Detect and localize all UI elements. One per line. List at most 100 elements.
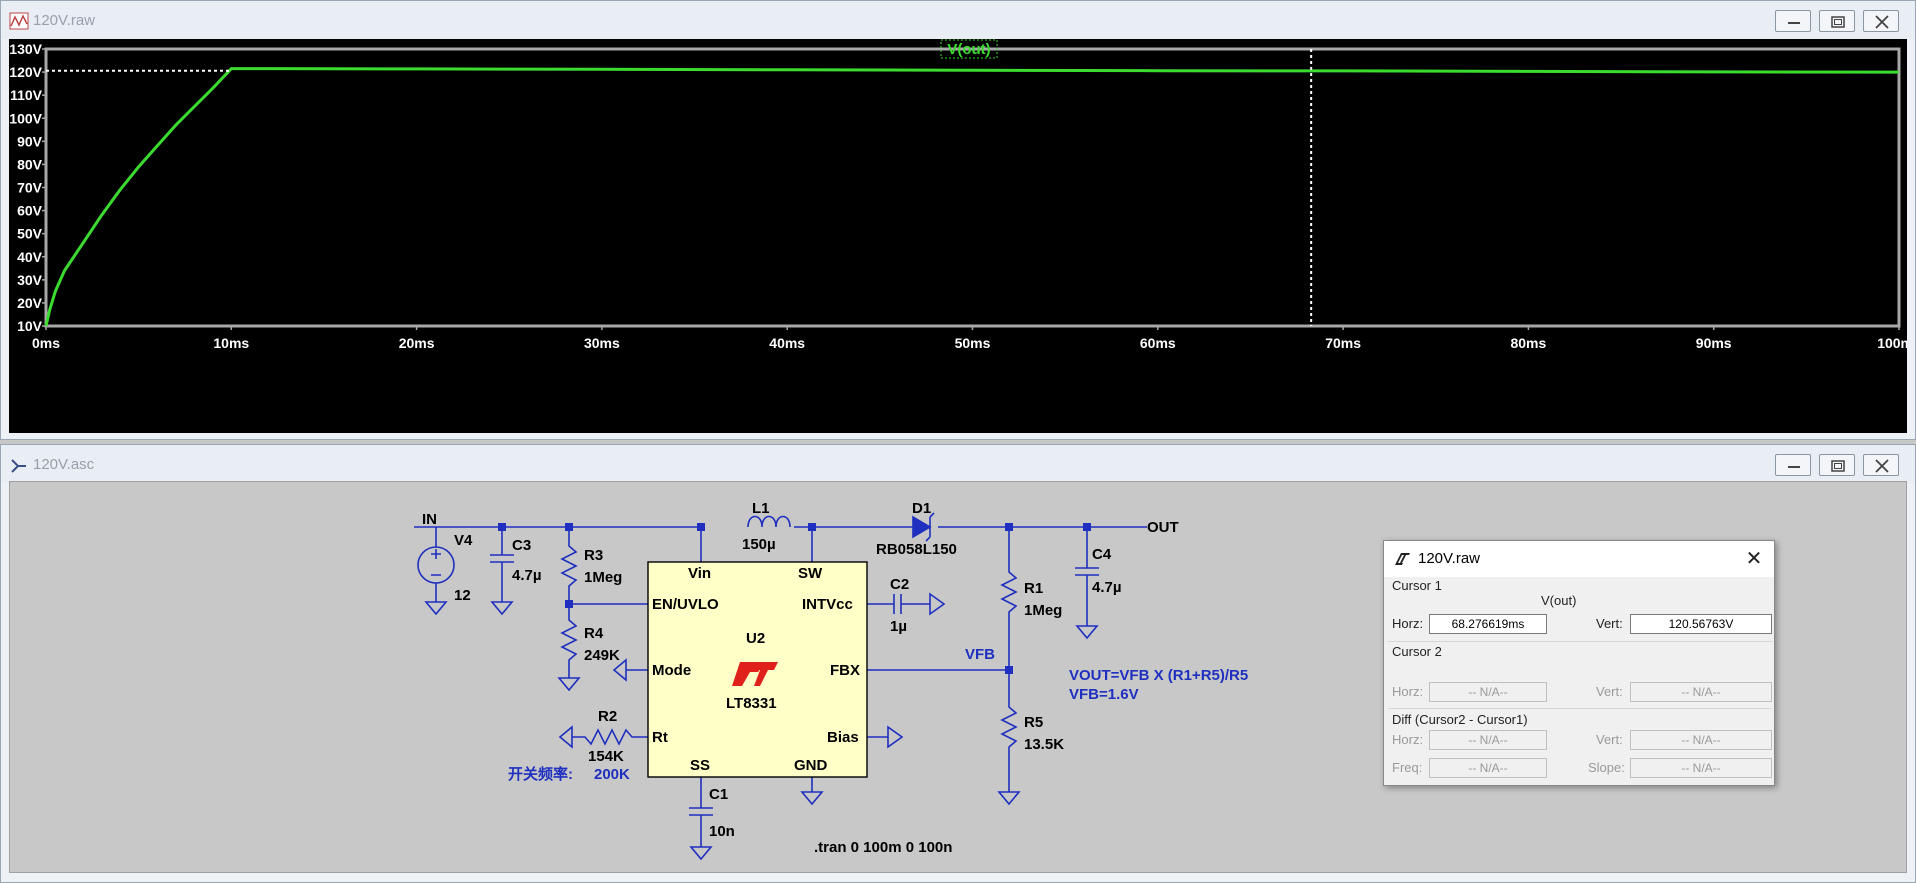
waveform-plot-area[interactable]: 130V 120V 110V 100V 90V 80V 70V 60V 50V 40V 30V 20V… bbox=[9, 39, 1916, 433]
y-tick-label: 20V bbox=[17, 295, 43, 311]
trace-label[interactable]: V(out) bbox=[947, 41, 990, 58]
cursor-dialog-title: 120V.raw bbox=[1418, 550, 1480, 567]
pin-rt-label: Rt bbox=[652, 729, 668, 746]
ic-ground-icon bbox=[800, 791, 824, 806]
cursor1-vert-field[interactable]: 120.56763V bbox=[1630, 614, 1772, 634]
y-tick-label: 120V bbox=[9, 64, 42, 80]
d1-label: D1 bbox=[912, 500, 931, 517]
v4-label: V4 bbox=[454, 532, 473, 549]
slope-label: Slope: bbox=[1588, 760, 1625, 775]
pin-ss-label: SS bbox=[690, 757, 710, 774]
x-tick-label: 100ms bbox=[1877, 335, 1907, 351]
c4-symbol bbox=[1075, 527, 1099, 626]
y-tick-label: 10V bbox=[17, 318, 43, 334]
c4-ground-icon bbox=[1075, 625, 1099, 640]
pin-intvcc-label: INTVcc bbox=[802, 596, 853, 613]
c4-label: C4 bbox=[1092, 546, 1112, 563]
minimize-icon bbox=[1788, 466, 1800, 468]
cursor2-vert-field: -- N/A-- bbox=[1630, 682, 1772, 702]
r3-symbol bbox=[560, 527, 578, 604]
y-tick-label: 40V bbox=[17, 249, 43, 265]
pin-bias-label: Bias bbox=[827, 729, 859, 746]
r4-value: 249K bbox=[584, 647, 620, 664]
formula-vout: VOUT=VFB X (R1+R5)/R5 bbox=[1069, 667, 1248, 684]
c3-value: 4.7µ bbox=[512, 567, 542, 584]
in-label: IN bbox=[422, 511, 437, 528]
pin-fbx-label: FBX bbox=[830, 662, 860, 679]
series-line-vout[interactable] bbox=[44, 67, 1900, 327]
schematic-minimize-button[interactable] bbox=[1775, 454, 1811, 476]
pin-sw-label: SW bbox=[798, 565, 823, 582]
r5-symbol bbox=[1000, 670, 1018, 792]
r5-ground-icon bbox=[997, 791, 1021, 806]
diff-horz-field: -- N/A-- bbox=[1429, 730, 1547, 750]
y-tick-label: 80V bbox=[17, 156, 43, 172]
r1-value: 1Meg bbox=[1024, 602, 1062, 619]
c3-symbol bbox=[490, 527, 514, 602]
pin-vin-label: Vin bbox=[688, 565, 711, 582]
c2-symbol bbox=[867, 594, 930, 614]
pin-enuvlo-label: EN/UVLO bbox=[652, 596, 719, 613]
schematic-titlebar[interactable]: 120V.asc bbox=[1, 445, 1915, 483]
slope-field: -- N/A-- bbox=[1630, 758, 1772, 778]
pin-gnd-label: GND bbox=[794, 757, 828, 774]
freq-note-cn: 开关频率: bbox=[508, 765, 573, 783]
l1-value: 150µ bbox=[742, 536, 776, 553]
x-tick-label: 40ms bbox=[769, 335, 805, 351]
cursor-dialog-titlebar[interactable]: 120V.raw ✕ bbox=[1384, 541, 1774, 577]
cursor2-separator bbox=[1388, 708, 1772, 709]
cursor1-horz-field[interactable]: 68.276619ms bbox=[1429, 614, 1547, 634]
r5-value: 13.5K bbox=[1024, 736, 1064, 753]
v4-ground-icon bbox=[424, 601, 448, 616]
restore-button[interactable] bbox=[1819, 10, 1855, 32]
waveform-window-title: 120V.raw bbox=[33, 12, 95, 29]
c2-value: 1µ bbox=[890, 618, 907, 635]
cursor-dialog-close-button[interactable]: ✕ bbox=[1744, 549, 1764, 569]
schematic-restore-button[interactable] bbox=[1819, 454, 1855, 476]
pin-mode-label: Mode bbox=[652, 662, 691, 679]
y-tick-label: 110V bbox=[10, 87, 43, 103]
freq-field: -- N/A-- bbox=[1429, 758, 1547, 778]
waveform-chart[interactable]: 130V 120V 110V 100V 90V 80V 70V 60V 50V 40V 30V 20V… bbox=[9, 39, 1916, 433]
diff-label: Diff (Cursor2 - Cursor1) bbox=[1392, 712, 1528, 727]
tran-directive[interactable]: .tran 0 100m 0 100n bbox=[814, 839, 952, 856]
schematic-close-button[interactable] bbox=[1863, 454, 1899, 476]
waveform-window: 120V.raw 130V 120V 110V 100V 90V 80V 70V 60V 50V… bbox=[0, 0, 1916, 440]
cursor1-trace: V(out) bbox=[1541, 593, 1577, 608]
minimize-icon bbox=[1788, 22, 1800, 24]
y-tick-label: 100V bbox=[9, 110, 42, 126]
x-tick-label: 90ms bbox=[1696, 335, 1732, 351]
c3-ground-icon bbox=[490, 601, 514, 616]
r3-value: 1Meg bbox=[584, 569, 622, 586]
r1-label: R1 bbox=[1024, 580, 1043, 597]
close-button[interactable] bbox=[1863, 10, 1899, 32]
r4-label: R4 bbox=[584, 625, 604, 642]
r4-ground-icon bbox=[557, 677, 581, 692]
cursor2-horz-field: -- N/A-- bbox=[1429, 682, 1547, 702]
x-tick-label: 30ms bbox=[584, 335, 620, 351]
v4-value: 12 bbox=[454, 587, 471, 604]
ltspice-icon bbox=[1395, 553, 1410, 565]
out-label: OUT bbox=[1147, 519, 1179, 536]
cursor1-separator bbox=[1388, 641, 1772, 642]
v4-polarity-marks bbox=[431, 549, 441, 576]
y-tick-label: 50V bbox=[17, 226, 43, 242]
y-tick-label: 30V bbox=[17, 272, 43, 288]
y-tick-label: 70V bbox=[17, 180, 43, 196]
close-icon bbox=[1875, 15, 1889, 29]
schematic-app-icon bbox=[11, 459, 26, 473]
waveform-titlebar[interactable]: 120V.raw bbox=[1, 1, 1915, 39]
bias-ground-icon bbox=[887, 725, 904, 749]
r5-label: R5 bbox=[1024, 714, 1043, 731]
r3-label: R3 bbox=[584, 547, 603, 564]
diff-horz-label: Horz: bbox=[1392, 732, 1424, 747]
c3-label: C3 bbox=[512, 537, 531, 554]
close-icon bbox=[1875, 459, 1889, 473]
x-tick-label: 50ms bbox=[955, 335, 991, 351]
minimize-button[interactable] bbox=[1775, 10, 1811, 32]
l1-label: L1 bbox=[752, 500, 770, 517]
c4-value: 4.7µ bbox=[1092, 579, 1122, 596]
schematic-window-title: 120V.asc bbox=[33, 456, 95, 473]
c1-ground-icon bbox=[689, 846, 713, 861]
cursor2-horz-label: Horz: bbox=[1392, 684, 1424, 699]
